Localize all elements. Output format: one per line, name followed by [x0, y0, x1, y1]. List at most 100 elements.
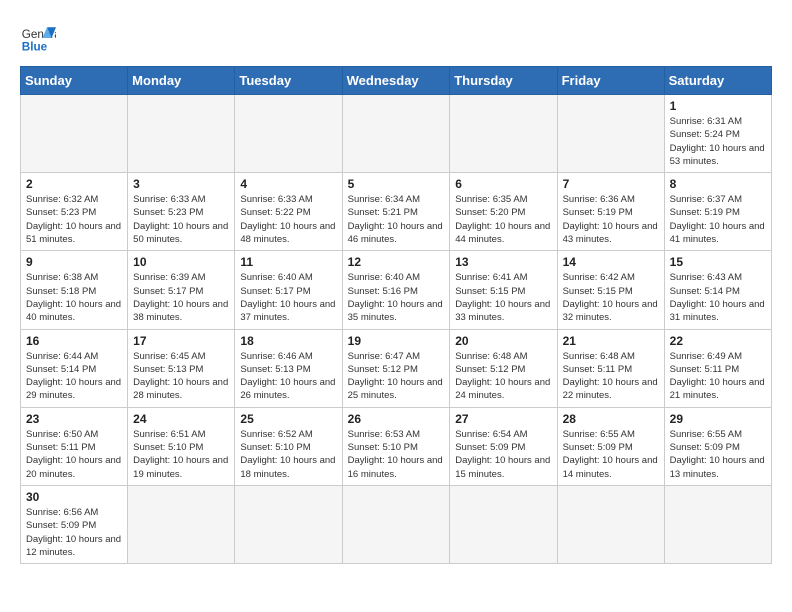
day-info: Sunrise: 6:46 AM Sunset: 5:13 PM Dayligh… — [240, 350, 336, 403]
day-info: Sunrise: 6:36 AM Sunset: 5:19 PM Dayligh… — [563, 193, 659, 246]
calendar-cell — [21, 95, 128, 173]
day-number: 20 — [455, 334, 551, 348]
calendar-cell — [128, 485, 235, 563]
day-number: 6 — [455, 177, 551, 191]
day-info: Sunrise: 6:55 AM Sunset: 5:09 PM Dayligh… — [670, 428, 766, 481]
day-info: Sunrise: 6:40 AM Sunset: 5:16 PM Dayligh… — [348, 271, 445, 324]
calendar-cell: 25 Sunrise: 6:52 AM Sunset: 5:10 PM Dayli… — [235, 407, 342, 485]
calendar-week-row: 1 Sunrise: 6:31 AM Sunset: 5:24 PM Daylig… — [21, 95, 772, 173]
calendar-cell: 7 Sunrise: 6:36 AM Sunset: 5:19 PM Daylig… — [557, 173, 664, 251]
day-number: 18 — [240, 334, 336, 348]
logo: General Blue — [20, 20, 56, 56]
day-number: 26 — [348, 412, 445, 426]
day-info: Sunrise: 6:50 AM Sunset: 5:11 PM Dayligh… — [26, 428, 122, 481]
day-info: Sunrise: 6:39 AM Sunset: 5:17 PM Dayligh… — [133, 271, 229, 324]
calendar-week-row: 2 Sunrise: 6:32 AM Sunset: 5:23 PM Daylig… — [21, 173, 772, 251]
day-number: 10 — [133, 255, 229, 269]
day-number: 19 — [348, 334, 445, 348]
calendar-cell: 26 Sunrise: 6:53 AM Sunset: 5:10 PM Dayli… — [342, 407, 450, 485]
day-info: Sunrise: 6:31 AM Sunset: 5:24 PM Dayligh… — [670, 115, 766, 168]
day-number: 14 — [563, 255, 659, 269]
calendar-cell — [342, 485, 450, 563]
day-header-tuesday: Tuesday — [235, 67, 342, 95]
calendar-cell — [235, 485, 342, 563]
calendar-cell: 24 Sunrise: 6:51 AM Sunset: 5:10 PM Dayli… — [128, 407, 235, 485]
calendar-cell — [664, 485, 771, 563]
calendar-cell: 5 Sunrise: 6:34 AM Sunset: 5:21 PM Daylig… — [342, 173, 450, 251]
calendar-cell — [342, 95, 450, 173]
calendar-cell: 4 Sunrise: 6:33 AM Sunset: 5:22 PM Daylig… — [235, 173, 342, 251]
day-info: Sunrise: 6:43 AM Sunset: 5:14 PM Dayligh… — [670, 271, 766, 324]
calendar-cell: 20 Sunrise: 6:48 AM Sunset: 5:12 PM Dayli… — [450, 329, 557, 407]
calendar-cell — [450, 95, 557, 173]
day-number: 7 — [563, 177, 659, 191]
calendar-cell — [450, 485, 557, 563]
day-info: Sunrise: 6:49 AM Sunset: 5:11 PM Dayligh… — [670, 350, 766, 403]
day-number: 13 — [455, 255, 551, 269]
calendar-cell: 8Sunrise: 6:37 AM Sunset: 5:19 PM Daylig… — [664, 173, 771, 251]
day-header-friday: Friday — [557, 67, 664, 95]
day-number: 9 — [26, 255, 122, 269]
day-info: Sunrise: 6:33 AM Sunset: 5:23 PM Dayligh… — [133, 193, 229, 246]
day-info: Sunrise: 6:41 AM Sunset: 5:15 PM Dayligh… — [455, 271, 551, 324]
day-info: Sunrise: 6:53 AM Sunset: 5:10 PM Dayligh… — [348, 428, 445, 481]
calendar-cell: 14 Sunrise: 6:42 AM Sunset: 5:15 PM Dayli… — [557, 251, 664, 329]
day-number: 21 — [563, 334, 659, 348]
day-info: Sunrise: 6:38 AM Sunset: 5:18 PM Dayligh… — [26, 271, 122, 324]
day-number: 24 — [133, 412, 229, 426]
calendar-cell: 10 Sunrise: 6:39 AM Sunset: 5:17 PM Dayli… — [128, 251, 235, 329]
calendar-cell — [557, 485, 664, 563]
day-header-thursday: Thursday — [450, 67, 557, 95]
day-info: Sunrise: 6:48 AM Sunset: 5:11 PM Dayligh… — [563, 350, 659, 403]
day-info: Sunrise: 6:45 AM Sunset: 5:13 PM Dayligh… — [133, 350, 229, 403]
day-header-monday: Monday — [128, 67, 235, 95]
day-header-saturday: Saturday — [664, 67, 771, 95]
calendar-cell: 28Sunrise: 6:55 AM Sunset: 5:09 PM Dayli… — [557, 407, 664, 485]
calendar-cell: 11Sunrise: 6:40 AM Sunset: 5:17 PM Dayli… — [235, 251, 342, 329]
calendar-cell — [235, 95, 342, 173]
day-number: 25 — [240, 412, 336, 426]
day-info: Sunrise: 6:51 AM Sunset: 5:10 PM Dayligh… — [133, 428, 229, 481]
day-number: 4 — [240, 177, 336, 191]
calendar-cell: 1 Sunrise: 6:31 AM Sunset: 5:24 PM Daylig… — [664, 95, 771, 173]
calendar-cell: 19Sunrise: 6:47 AM Sunset: 5:12 PM Dayli… — [342, 329, 450, 407]
calendar-cell: 2 Sunrise: 6:32 AM Sunset: 5:23 PM Daylig… — [21, 173, 128, 251]
day-info: Sunrise: 6:34 AM Sunset: 5:21 PM Dayligh… — [348, 193, 445, 246]
day-info: Sunrise: 6:32 AM Sunset: 5:23 PM Dayligh… — [26, 193, 122, 246]
day-info: Sunrise: 6:48 AM Sunset: 5:12 PM Dayligh… — [455, 350, 551, 403]
day-number: 15 — [670, 255, 766, 269]
calendar-week-row: 9 Sunrise: 6:38 AM Sunset: 5:18 PM Daylig… — [21, 251, 772, 329]
calendar-cell: 16 Sunrise: 6:44 AM Sunset: 5:14 PM Dayli… — [21, 329, 128, 407]
day-info: Sunrise: 6:44 AM Sunset: 5:14 PM Dayligh… — [26, 350, 122, 403]
day-number: 23 — [26, 412, 122, 426]
day-info: Sunrise: 6:56 AM Sunset: 5:09 PM Dayligh… — [26, 506, 122, 559]
calendar-cell: 13 Sunrise: 6:41 AM Sunset: 5:15 PM Dayli… — [450, 251, 557, 329]
day-number: 12 — [348, 255, 445, 269]
day-number: 11 — [240, 255, 336, 269]
day-info: Sunrise: 6:52 AM Sunset: 5:10 PM Dayligh… — [240, 428, 336, 481]
calendar-cell — [128, 95, 235, 173]
calendar-cell: 30 Sunrise: 6:56 AM Sunset: 5:09 PM Dayli… — [21, 485, 128, 563]
day-info: Sunrise: 6:33 AM Sunset: 5:22 PM Dayligh… — [240, 193, 336, 246]
day-number: 1 — [670, 99, 766, 113]
calendar-cell: 17Sunrise: 6:45 AM Sunset: 5:13 PM Dayli… — [128, 329, 235, 407]
calendar-cell: 12 Sunrise: 6:40 AM Sunset: 5:16 PM Dayli… — [342, 251, 450, 329]
calendar-cell: 22Sunrise: 6:49 AM Sunset: 5:11 PM Dayli… — [664, 329, 771, 407]
day-number: 2 — [26, 177, 122, 191]
calendar-cell: 18 Sunrise: 6:46 AM Sunset: 5:13 PM Dayli… — [235, 329, 342, 407]
calendar-cell: 3 Sunrise: 6:33 AM Sunset: 5:23 PM Daylig… — [128, 173, 235, 251]
day-number: 8 — [670, 177, 766, 191]
day-number: 5 — [348, 177, 445, 191]
calendar-cell: 6Sunrise: 6:35 AM Sunset: 5:20 PM Daylig… — [450, 173, 557, 251]
day-number: 3 — [133, 177, 229, 191]
calendar-cell: 23 Sunrise: 6:50 AM Sunset: 5:11 PM Dayli… — [21, 407, 128, 485]
calendar-cell: 21 Sunrise: 6:48 AM Sunset: 5:11 PM Dayli… — [557, 329, 664, 407]
day-number: 29 — [670, 412, 766, 426]
day-number: 16 — [26, 334, 122, 348]
day-info: Sunrise: 6:42 AM Sunset: 5:15 PM Dayligh… — [563, 271, 659, 324]
calendar-cell: 9 Sunrise: 6:38 AM Sunset: 5:18 PM Daylig… — [21, 251, 128, 329]
day-header-sunday: Sunday — [21, 67, 128, 95]
day-number: 30 — [26, 490, 122, 504]
svg-text:Blue: Blue — [22, 41, 48, 54]
calendar-week-row: 23 Sunrise: 6:50 AM Sunset: 5:11 PM Dayli… — [21, 407, 772, 485]
